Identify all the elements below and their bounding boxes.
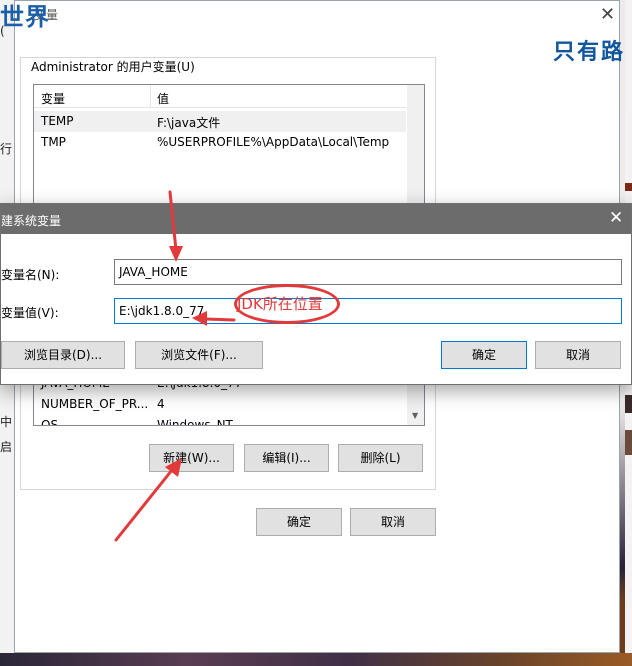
annotation-text: JDK所在位置: [237, 295, 323, 313]
variable-value: F:\java文件: [157, 116, 221, 130]
variable-name: TEMP: [41, 114, 74, 128]
variable-name-label: 变量名(N):: [1, 268, 60, 282]
list-item[interactable]: TEMP F:\java文件: [34, 111, 406, 132]
browse-directory-button[interactable]: 浏览目录(D)...: [1, 341, 125, 369]
variable-value-input[interactable]: E:\jdk1.8.0_77: [114, 298, 622, 324]
list-item[interactable]: TMP %USERPROFILE%\AppData\Local\Temp: [34, 132, 406, 153]
list-header: 变量 值: [34, 85, 406, 108]
dialog-titlebar[interactable]: 建系统变量 ✕: [1, 204, 631, 234]
dialog-title: 建系统变量: [1, 214, 62, 228]
close-icon[interactable]: ✕: [600, 4, 615, 25]
vertical-scrollbar[interactable]: [407, 85, 424, 209]
variable-value: Windows_NT: [157, 418, 233, 426]
left-edge-text: 启: [0, 440, 13, 454]
variable-value: %USERPROFILE%\AppData\Local\Temp: [157, 135, 390, 149]
close-icon[interactable]: ✕: [609, 208, 623, 228]
delete-variable-button[interactable]: 删除(L): [338, 444, 423, 472]
browse-file-button[interactable]: 浏览文件(F)...: [135, 341, 263, 369]
scroll-down-icon[interactable]: ▼: [412, 411, 418, 420]
desktop-bottom-strip: [0, 653, 632, 666]
variable-value: 4: [157, 397, 165, 411]
user-variables-list[interactable]: 变量 值 TEMP F:\java文件 TMP %USERPROFILE%\Ap…: [33, 84, 425, 210]
left-edge-text: 行: [0, 142, 13, 156]
variable-name-input[interactable]: JAVA_HOME: [114, 259, 622, 285]
cancel-button[interactable]: 取消: [350, 508, 436, 536]
user-variables-label: Administrator 的用户变量(U): [29, 58, 197, 75]
variable-value-label: 变量值(V):: [1, 306, 59, 320]
edit-variable-button[interactable]: 编辑(I)...: [244, 444, 329, 472]
watermark-right: 只有路: [553, 40, 626, 65]
column-header-variable[interactable]: 变量: [41, 90, 65, 107]
left-edge-text: 中: [0, 415, 13, 429]
cancel-button[interactable]: 取消: [535, 341, 621, 369]
list-item[interactable]: NUMBER_OF_PR... 4: [34, 394, 406, 415]
list-item[interactable]: OS Windows_NT: [34, 415, 406, 426]
column-header-value[interactable]: 值: [157, 90, 169, 107]
variable-name: NUMBER_OF_PR...: [41, 397, 149, 411]
watermark-left: 世界: [0, 3, 50, 31]
ok-button[interactable]: 确定: [441, 341, 527, 369]
new-variable-button[interactable]: 新建(W)...: [149, 444, 234, 472]
variable-name: OS: [41, 418, 59, 426]
ok-button[interactable]: 确定: [256, 508, 342, 536]
variable-name: TMP: [41, 135, 66, 149]
